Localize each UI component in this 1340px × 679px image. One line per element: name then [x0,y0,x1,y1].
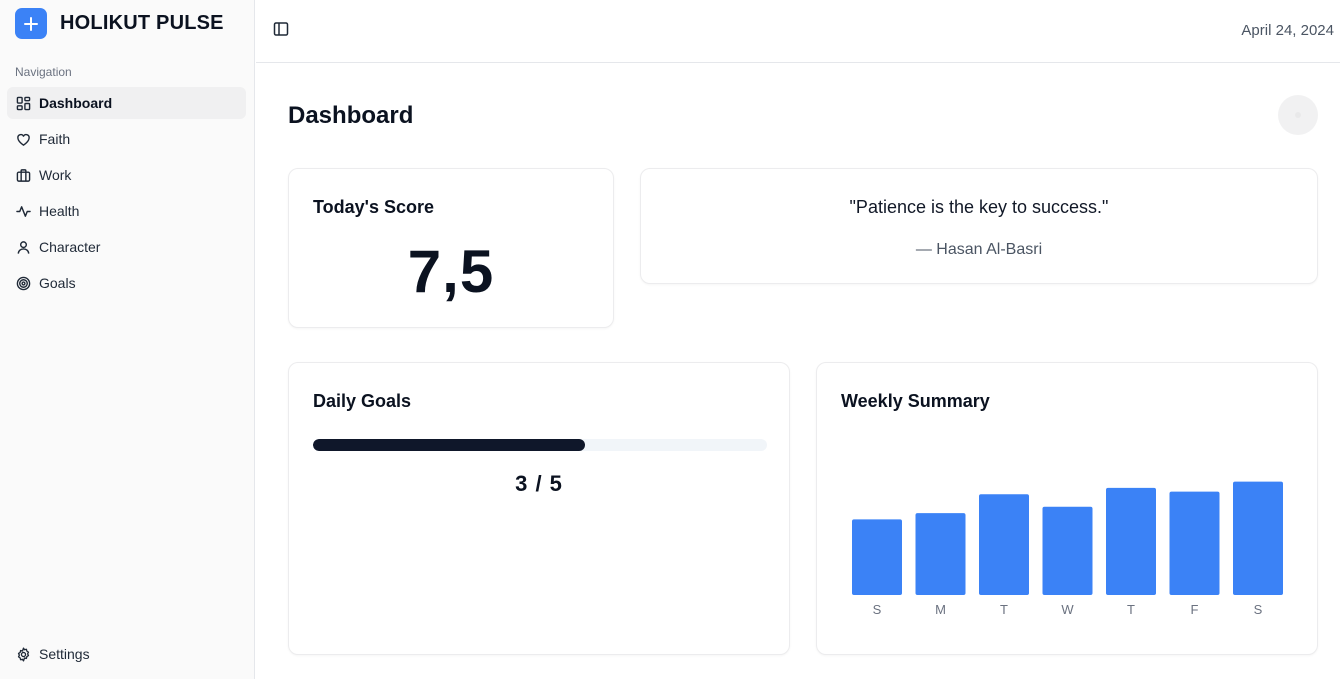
quote-card: "Patience is the key to success." — Hasa… [640,168,1318,284]
chart-bar [1106,487,1156,595]
sidebar-item-dashboard[interactable]: Dashboard [7,87,246,119]
sidebar-item-label: Faith [39,131,71,147]
plus-icon [15,8,47,39]
chart-tick-label: S [873,602,882,617]
panel-left-icon [273,21,289,42]
sidebar-item-health[interactable]: Health [7,195,246,227]
chart-bar [1233,481,1283,595]
quote-author: — Hasan Al-Basri [915,241,1043,258]
dashboard-icon [15,95,31,111]
goals-progress-fill [313,439,586,451]
sidebar-item-label: Settings [39,646,90,662]
goals-progress-bar [313,439,767,451]
sidebar: HOLIKUT PULSE Navigation Dashboard Faith… [0,0,255,679]
sidebar-item-label: Work [39,167,72,183]
sidebar-item-label: Dashboard [39,95,113,111]
score-card-title: Today's Score [313,197,434,217]
weekly-summary-card: Weekly Summary SMTWTFS [816,362,1318,655]
page-title: Dashboard [288,102,414,129]
daily-goals-card: Daily Goals 3 / 5 [288,362,790,655]
sidebar-item-label: Character [39,239,101,255]
current-date: April 24, 2024 [1241,22,1334,39]
avatar[interactable] [1278,95,1318,135]
chart-bar [1042,506,1093,595]
nav-heading: Navigation [15,65,72,79]
sidebar-item-faith[interactable]: Faith [7,123,246,155]
weekly-bar-chart: SMTWTFS [852,481,1283,617]
avatar-placeholder [1295,112,1301,118]
target-icon [15,275,31,291]
chart-bar [852,519,902,595]
sidebar-item-label: Health [39,203,80,219]
brand[interactable]: HOLIKUT PULSE [15,8,224,39]
chart-bar [979,494,1029,595]
sidebar-item-settings[interactable]: Settings [7,638,246,670]
chart-bar [915,513,966,595]
goals-count: 3 / 5 [515,471,563,496]
chart-tick-label: F [1191,602,1199,617]
quote-text: "Patience is the key to success." [849,197,1109,217]
score-card: Today's Score 7,5 [288,168,614,328]
sidebar-item-goals[interactable]: Goals [7,267,246,299]
activity-icon [15,203,31,219]
chart-tick-label: T [1127,602,1135,617]
nav-list: Dashboard Faith Work Health Character Go… [7,87,246,303]
score-value: 7,5 [407,238,495,305]
user-icon [15,239,31,255]
sidebar-item-work[interactable]: Work [7,159,246,191]
chart-tick-label: T [1000,602,1008,617]
chart-tick-label: W [1061,602,1074,617]
chart-bar [1169,491,1220,595]
gear-icon [15,646,31,662]
heart-icon [15,131,31,147]
daily-goals-title: Daily Goals [313,391,412,411]
sidebar-toggle-button[interactable] [272,21,290,42]
topbar: April 24, 2024 [256,0,1340,63]
chart-tick-label: M [935,602,946,617]
chart-tick-label: S [1254,602,1263,617]
sidebar-item-character[interactable]: Character [7,231,246,263]
brand-name: HOLIKUT PULSE [60,12,224,34]
sidebar-item-label: Goals [39,275,76,291]
briefcase-icon [15,167,31,183]
